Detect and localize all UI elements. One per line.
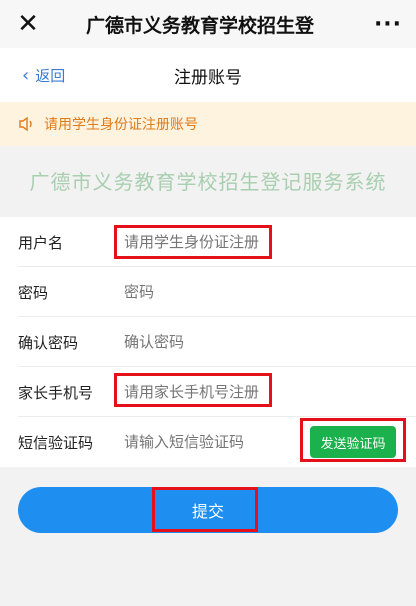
password-label: 密码	[18, 283, 49, 302]
back-label: 返回	[35, 66, 66, 85]
sms-code-input[interactable]	[124, 433, 284, 451]
back-button[interactable]: ‹ 返回	[22, 48, 65, 102]
chevron-left-icon: ‹	[22, 64, 30, 86]
highlight-submit	[152, 487, 258, 532]
notice-text: 请用学生身份证注册账号	[44, 117, 198, 133]
close-icon[interactable]: ✕	[0, 0, 56, 48]
system-title: 广德市义务教育学校招生登记服务系统	[29, 169, 387, 194]
password-row: 密码	[0, 267, 416, 317]
password-input[interactable]	[124, 283, 284, 301]
username-label: 用户名	[18, 233, 64, 252]
highlight-send-code	[300, 418, 406, 462]
parent-phone-label: 家长手机号	[18, 383, 94, 402]
sms-code-label: 短信验证码	[18, 433, 94, 452]
wechat-title-bar: ✕ 广德市义务教育学校招生登 ···	[0, 0, 416, 48]
confirm-password-input[interactable]	[124, 333, 284, 351]
confirm-password-row: 确认密码	[0, 317, 416, 367]
highlight-username	[114, 225, 272, 259]
confirm-password-label: 确认密码	[18, 333, 79, 352]
nav-bar: ‹ 返回 注册账号	[0, 48, 416, 102]
wechat-page-title: 广德市义务教育学校招生登	[86, 14, 315, 37]
highlight-parent-phone	[114, 373, 272, 407]
notice-banner: 请用学生身份证注册账号	[0, 102, 416, 146]
more-icon[interactable]: ···	[360, 0, 416, 48]
speaker-icon	[19, 116, 32, 132]
